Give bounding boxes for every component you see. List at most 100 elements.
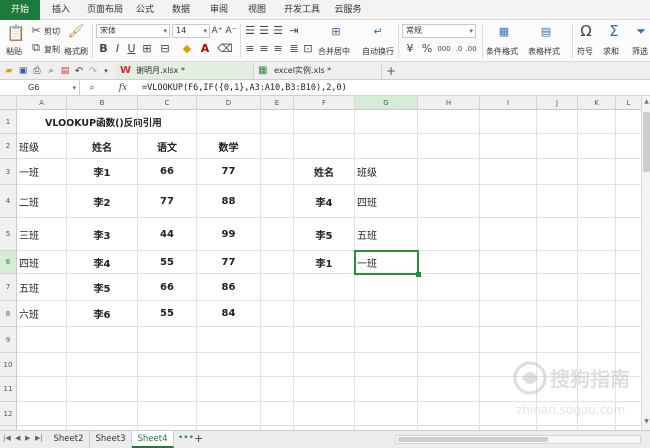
prev-sheet-icon[interactable]: ◀	[15, 434, 20, 442]
scroll-down-arrow[interactable]: ▼	[642, 418, 650, 428]
merge-center-icon[interactable]: ⊞	[328, 23, 344, 39]
insert-function-button[interactable]: fx	[116, 82, 130, 94]
customize-toolbar-icon[interactable]: ▾	[101, 65, 111, 77]
lookup-result-cell[interactable]: 四班	[355, 185, 418, 218]
table-cell[interactable]: 李2	[67, 185, 138, 218]
doc-tab-active[interactable]: W 谢明月.xlsx *	[116, 63, 254, 79]
percent-button[interactable]: %	[422, 42, 432, 55]
row-header-4[interactable]: 4	[0, 185, 17, 218]
column-header-l[interactable]: L	[616, 96, 642, 110]
column-header-a[interactable]: A	[17, 96, 67, 110]
row-header-5[interactable]: 5	[0, 218, 17, 251]
align-middle-icon[interactable]: ☰	[258, 24, 270, 37]
table-cell[interactable]: 李1	[67, 159, 138, 185]
table-cell[interactable]: 77	[197, 251, 261, 274]
vertical-scrollbar[interactable]: ▲ ▼	[641, 96, 650, 430]
cut-icon[interactable]: ✂	[30, 24, 42, 37]
column-header-f[interactable]: F	[294, 96, 355, 110]
row-header-11[interactable]: 11	[0, 377, 17, 402]
table-cell[interactable]: 55	[138, 251, 197, 274]
formula-input[interactable]: =VLOOKUP(F6,IF({0,1},A3:A10,B3:B10),2,0)	[142, 80, 347, 96]
column-header-k[interactable]: K	[578, 96, 616, 110]
redo-icon[interactable]: ↷	[87, 65, 99, 77]
header-cell-math[interactable]: 数学	[197, 134, 261, 159]
row-header-9[interactable]: 9	[0, 327, 17, 353]
column-header-d[interactable]: D	[197, 96, 261, 110]
export-pdf-icon[interactable]: ▤	[59, 65, 71, 77]
table-style-icon[interactable]: ▤	[538, 23, 554, 39]
lookup-header-class[interactable]: 班级	[355, 159, 418, 185]
font-name-select[interactable]: 宋体 ▾	[96, 24, 170, 38]
menu-tab-insert[interactable]: 插入	[44, 0, 78, 20]
cell-border-icon[interactable]: ⊟	[158, 42, 172, 55]
copy-button-label[interactable]: 复制	[44, 44, 60, 55]
number-format-select[interactable]: 常规 ▾	[402, 24, 476, 38]
symbol-label[interactable]: 符号	[577, 46, 593, 57]
table-cell[interactable]: 66	[138, 159, 197, 185]
horizontal-scroll-thumb[interactable]	[398, 437, 548, 442]
horizontal-scrollbar[interactable]	[395, 435, 641, 444]
menu-tab-home[interactable]: 开始	[0, 0, 40, 20]
table-cell[interactable]: 55	[138, 301, 197, 327]
table-cell[interactable]: 86	[197, 274, 261, 301]
fill-handle[interactable]	[416, 272, 421, 277]
paste-button-label[interactable]: 粘贴	[6, 46, 22, 57]
table-cell[interactable]: 李4	[67, 251, 138, 274]
menu-tab-review[interactable]: 审阅	[204, 0, 234, 20]
undo-icon[interactable]: ↶	[73, 65, 85, 77]
symbol-icon[interactable]: Ω	[578, 22, 594, 40]
menu-tab-developer[interactable]: 开发工具	[280, 0, 324, 20]
title-cell[interactable]: VLOOKUP函数()反向引用	[17, 110, 261, 134]
table-cell[interactable]: 李3	[67, 218, 138, 251]
merge-center-label[interactable]: 合并居中	[318, 46, 350, 57]
conditional-format-icon[interactable]: ▦	[496, 23, 512, 39]
sum-icon[interactable]: Σ	[606, 22, 622, 40]
conditional-format-label[interactable]: 条件格式	[486, 46, 518, 57]
justify-icon[interactable]: ≣	[288, 42, 300, 55]
table-cell[interactable]: 李5	[67, 274, 138, 301]
table-cell[interactable]: 四班	[17, 251, 67, 274]
table-cell[interactable]: 88	[197, 185, 261, 218]
row-header-1[interactable]: 1	[0, 110, 17, 134]
lookup-name-cell[interactable]: 李1	[294, 251, 355, 274]
table-cell[interactable]: 六班	[17, 301, 67, 327]
filter-label[interactable]: 筛选	[632, 46, 648, 57]
indent-icon[interactable]: ⇥	[288, 24, 300, 37]
lookup-name-cell[interactable]: 李5	[294, 218, 355, 251]
decrease-decimal-icon[interactable]: .00	[465, 42, 476, 55]
font-color-icon[interactable]: A	[198, 42, 212, 55]
spreadsheet-grid[interactable]: A B C D E F G H I J K L 1 2 3 4 5 6 7 8 …	[0, 96, 650, 430]
align-bottom-icon[interactable]: ☰	[272, 24, 284, 37]
table-cell[interactable]: 66	[138, 274, 197, 301]
border-icon[interactable]: ⊞	[140, 42, 154, 55]
row-header-2[interactable]: 2	[0, 134, 17, 159]
fill-color-icon[interactable]: ◆	[180, 42, 194, 55]
new-tab-icon[interactable]: +	[384, 64, 398, 78]
table-cell[interactable]: 77	[138, 185, 197, 218]
lookup-header-name[interactable]: 姓名	[294, 159, 355, 185]
open-folder-icon[interactable]: ▰	[3, 65, 15, 77]
column-header-g[interactable]: G	[355, 96, 418, 110]
table-cell[interactable]: 李6	[67, 301, 138, 327]
header-cell-chinese[interactable]: 语文	[138, 134, 197, 159]
lookup-result-cell[interactable]: 五班	[355, 218, 418, 251]
column-header-h[interactable]: H	[418, 96, 480, 110]
copy-icon[interactable]: ⧉	[30, 41, 42, 54]
table-cell[interactable]: 44	[138, 218, 197, 251]
zoom-icon[interactable]: ⌕	[86, 82, 98, 94]
italic-button[interactable]: I	[112, 42, 123, 55]
lookup-name-cell[interactable]: 李4	[294, 185, 355, 218]
bold-button[interactable]: B	[98, 42, 109, 55]
save-icon[interactable]: ▣	[17, 65, 29, 77]
font-size-select[interactable]: 14 ▾	[172, 24, 210, 38]
increase-decimal-icon[interactable]: .0	[454, 42, 464, 55]
filter-icon[interactable]: ⏷	[634, 22, 648, 40]
table-cell[interactable]: 99	[197, 218, 261, 251]
table-cell[interactable]: 五班	[17, 274, 67, 301]
table-cell[interactable]: 二班	[17, 185, 67, 218]
row-header-6[interactable]: 6	[0, 251, 17, 274]
thousands-button[interactable]: 000	[436, 42, 452, 55]
menu-tab-view[interactable]: 视图	[242, 0, 272, 20]
menu-tab-page-layout[interactable]: 页面布局	[82, 0, 128, 20]
wrap-text-label[interactable]: 自动换行	[362, 46, 394, 57]
